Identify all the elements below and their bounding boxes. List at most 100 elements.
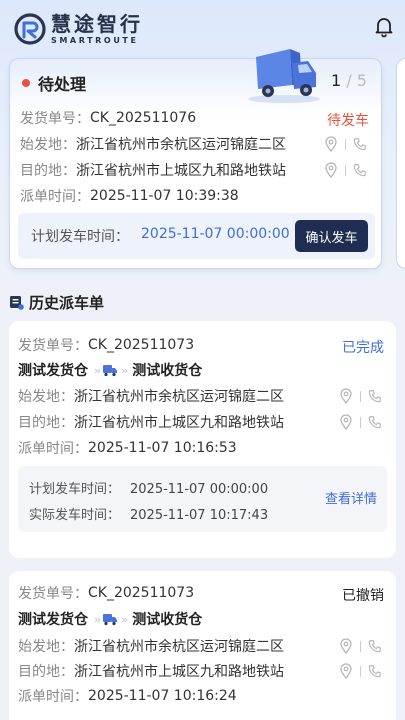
- dest-label: 目的地：: [18, 664, 74, 680]
- pending-status-badge: 待发车: [327, 113, 369, 129]
- warehouse-route: 测试发货仓 » » 测试收货仓: [18, 608, 202, 630]
- document-list-icon: [10, 296, 24, 310]
- pager-current: 1: [331, 71, 342, 90]
- history-dest-row: 目的地： 浙江省杭州市上城区九和路地铁站: [18, 659, 284, 683]
- history-order-row: 发货单号： CK_202511073: [18, 581, 194, 605]
- history-section-header: 历史派车单: [9, 292, 104, 313]
- history-status-badge: 已完成: [342, 340, 384, 356]
- app-header: 慧途智行 SMARTROUTE: [0, 0, 405, 58]
- dest-actions: [324, 158, 367, 182]
- origin-label: 始发地：: [20, 137, 76, 153]
- view-details-link[interactable]: 查看详情: [325, 488, 377, 507]
- dispatch-time-label: 派单时间：: [18, 689, 88, 705]
- history-order-row: 发货单号： CK_202511073: [18, 333, 194, 357]
- pending-title: 待处理: [38, 75, 87, 94]
- from-warehouse: 测试发货仓: [18, 612, 88, 628]
- next-pending-card-peek[interactable]: [396, 58, 405, 269]
- dest-label: 目的地：: [18, 415, 74, 431]
- dest-address: 浙江省杭州市上城区九和路地铁站: [74, 415, 284, 431]
- plan-time: 2025-11-07 00:00:00: [130, 482, 269, 497]
- location-pin-icon[interactable]: [339, 388, 353, 404]
- dispatch-time: 2025-11-07 10:16:24: [88, 688, 237, 704]
- pending-header: 待处理: [22, 71, 86, 95]
- truck-icon: [103, 365, 118, 377]
- pager-separator: /: [346, 71, 352, 90]
- order-label: 发货单号：: [18, 586, 88, 602]
- plan-time: 2025-11-07 00:00:00: [141, 226, 290, 242]
- to-warehouse: 测试收货仓: [132, 612, 203, 628]
- origin-label: 始发地：: [18, 639, 74, 655]
- history-card[interactable]: 发货单号： CK_202511073 已撤销 测试发货仓 » » 测试收货仓 始…: [9, 571, 396, 720]
- order-number: CK_202511073: [88, 337, 195, 353]
- phone-icon[interactable]: [368, 663, 382, 679]
- dest-label: 目的地：: [20, 163, 76, 179]
- phone-icon[interactable]: [368, 638, 382, 654]
- origin-actions: [339, 384, 382, 408]
- origin-address: 浙江省杭州市余杭区运河锦庭二区: [76, 137, 286, 153]
- pending-dispatch-card[interactable]: 待处理 1 / 5 发货单号： CK_202511076 待发车 始发地： 浙江…: [9, 49, 382, 269]
- history-dispatch-row: 派单时间： 2025-11-07 10:16:24: [18, 684, 237, 708]
- location-pin-icon[interactable]: [324, 162, 338, 178]
- pending-dot: [22, 79, 30, 87]
- pager-total: 5: [356, 71, 367, 90]
- plan-time-label: 计划发车时间：: [29, 482, 121, 497]
- truck-icon: [103, 614, 118, 626]
- pending-dispatch-row: 派单时间： 2025-11-07 10:39:38: [20, 184, 239, 208]
- divider: [345, 164, 346, 176]
- history-origin-row: 始发地： 浙江省杭州市余杭区运河锦庭二区: [18, 634, 284, 658]
- phone-icon[interactable]: [368, 414, 382, 430]
- phone-icon[interactable]: [353, 162, 367, 178]
- logo-text-cn: 慧途智行: [51, 11, 143, 36]
- confirm-departure-button[interactable]: 确认发车: [295, 220, 368, 252]
- phone-icon[interactable]: [353, 136, 367, 152]
- plan-time-label: 计划发车时间：: [31, 229, 129, 245]
- divider: [345, 138, 346, 150]
- bell-icon[interactable]: [372, 14, 396, 38]
- from-warehouse: 测试发货仓: [18, 363, 88, 379]
- actual-time-line: 实际发车时间： 2025-11-07 10:17:43: [29, 504, 268, 523]
- order-number: CK_202511073: [88, 585, 195, 601]
- history-dest-row: 目的地： 浙江省杭州市上城区九和路地铁站: [18, 410, 284, 434]
- origin-actions: [324, 132, 367, 156]
- route-arrow: » »: [94, 363, 128, 377]
- history-origin-row: 始发地： 浙江省杭州市余杭区运河锦庭二区: [18, 384, 284, 408]
- order-number: CK_202511076: [90, 110, 197, 126]
- origin-label: 始发地：: [18, 389, 74, 405]
- dest-actions: [339, 410, 382, 434]
- location-pin-icon[interactable]: [324, 136, 338, 152]
- departure-detail-box: 计划发车时间： 2025-11-07 00:00:00 实际发车时间： 2025-1…: [18, 466, 387, 532]
- logo-mark-icon: [14, 13, 46, 45]
- pending-dest-row: 目的地： 浙江省杭州市上城区九和路地铁站: [20, 158, 286, 182]
- pending-origin-row: 始发地： 浙江省杭州市余杭区运河锦庭二区: [20, 132, 286, 156]
- dest-address: 浙江省杭州市上城区九和路地铁站: [76, 163, 286, 179]
- dispatch-time: 2025-11-07 10:16:53: [88, 440, 237, 456]
- to-warehouse: 测试收货仓: [132, 363, 203, 379]
- actual-time-label: 实际发车时间：: [29, 508, 121, 523]
- history-status-badge: 已撤销: [342, 588, 384, 604]
- divider: [360, 390, 361, 402]
- order-label: 发货单号：: [20, 111, 90, 127]
- phone-icon[interactable]: [368, 388, 382, 404]
- origin-actions: [339, 634, 382, 658]
- plan-time-line: 计划发车时间： 2025-11-07 00:00:00: [29, 478, 268, 497]
- location-pin-icon[interactable]: [339, 663, 353, 679]
- divider: [360, 665, 361, 677]
- order-label: 发货单号：: [18, 338, 88, 354]
- location-pin-icon[interactable]: [339, 638, 353, 654]
- history-dispatch-row: 派单时间： 2025-11-07 10:16:53: [18, 436, 237, 460]
- divider: [360, 416, 361, 428]
- route-arrow: » »: [94, 612, 128, 626]
- origin-address: 浙江省杭州市余杭区运河锦庭二区: [74, 389, 284, 405]
- pending-pager: 1 / 5: [331, 71, 367, 90]
- origin-address: 浙江省杭州市余杭区运河锦庭二区: [74, 639, 284, 655]
- truck-illustration: [248, 49, 320, 103]
- location-pin-icon[interactable]: [339, 414, 353, 430]
- warehouse-route: 测试发货仓 » » 测试收货仓: [18, 359, 202, 381]
- dispatch-time-label: 派单时间：: [18, 441, 88, 457]
- dispatch-time: 2025-11-07 10:39:38: [90, 188, 239, 204]
- history-card[interactable]: 发货单号： CK_202511073 已完成 测试发货仓 » » 测试收货仓 始…: [9, 321, 396, 558]
- app-logo: 慧途智行 SMARTROUTE: [13, 12, 143, 46]
- dest-actions: [339, 659, 382, 683]
- dispatch-time-label: 派单时间：: [20, 189, 90, 205]
- dest-address: 浙江省杭州市上城区九和路地铁站: [74, 664, 284, 680]
